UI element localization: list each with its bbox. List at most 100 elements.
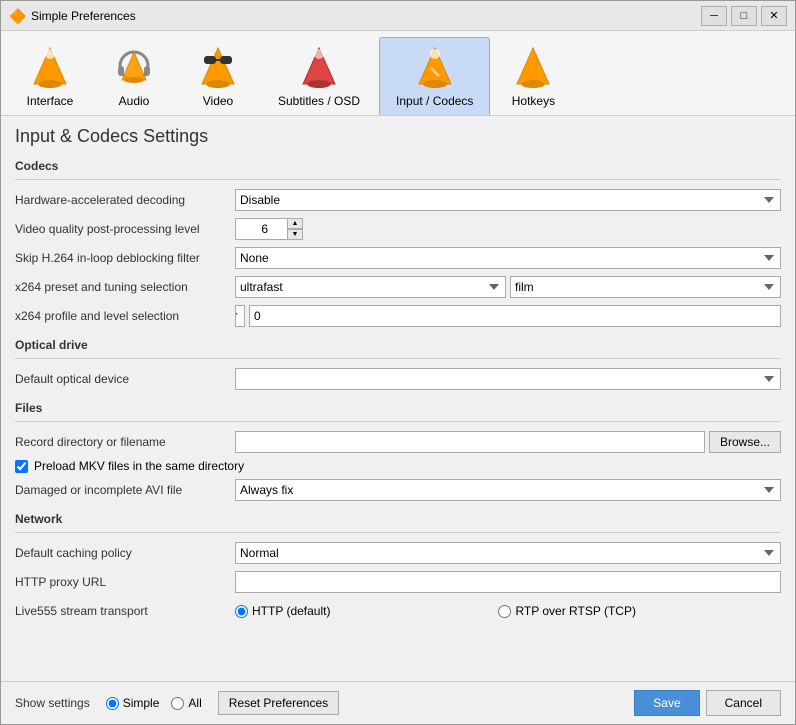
record-dir-input[interactable] xyxy=(235,431,705,453)
live555-label: Live555 stream transport xyxy=(15,604,235,618)
files-section: Files Record directory or filename Brows… xyxy=(15,401,781,502)
simple-radio-option: Simple xyxy=(106,696,160,710)
preload-mkv-label: Preload MKV files in the same directory xyxy=(34,459,244,473)
content-area: Input & Codecs Settings Codecs Hardware-… xyxy=(1,116,795,681)
live555-rtp-label: RTP over RTSP (TCP) xyxy=(515,604,635,618)
caching-policy-control: Normal Lowest latency Low latency Higher… xyxy=(235,542,781,564)
damaged-avi-control: Always fix Ask Never fix xyxy=(235,479,781,501)
close-button[interactable]: ✕ xyxy=(761,6,787,26)
skip-h264-label: Skip H.264 in-loop deblocking filter xyxy=(15,251,235,265)
save-button[interactable]: Save xyxy=(634,690,699,716)
damaged-avi-row: Damaged or incomplete AVI file Always fi… xyxy=(15,478,781,502)
reset-preferences-button[interactable]: Reset Preferences xyxy=(218,691,339,715)
skip-h264-control: None Non-ref Bidir Non-key All xyxy=(235,247,781,269)
record-dir-control: Browse... xyxy=(235,431,781,453)
video-quality-control: ▲ ▼ xyxy=(235,218,781,240)
app-icon: 🔶 xyxy=(9,8,25,24)
tab-subtitles[interactable]: Subtitles / OSD xyxy=(261,37,377,115)
live555-rtp-radio[interactable] xyxy=(498,605,511,618)
tab-interface[interactable]: Interface xyxy=(9,37,91,115)
http-proxy-input[interactable] xyxy=(235,571,781,593)
hw-decoding-control: Disable Automatic DirectX Video Accelera… xyxy=(235,189,781,211)
x264-preset-select[interactable]: ultrafast superfast veryfast faster fast… xyxy=(235,276,506,298)
tab-interface-label: Interface xyxy=(27,94,74,108)
hotkeys-tab-icon xyxy=(509,44,557,92)
tab-input-label: Input / Codecs xyxy=(396,94,473,108)
tab-audio[interactable]: Audio xyxy=(93,37,175,115)
codecs-section: Codecs Hardware-accelerated decoding Dis… xyxy=(15,159,781,328)
tab-audio-label: Audio xyxy=(119,94,150,108)
x264-profile-row: x264 profile and level selection high ba… xyxy=(15,304,781,328)
x264-preset-control: ultrafast superfast veryfast faster fast… xyxy=(235,276,781,298)
live555-http-radio[interactable] xyxy=(235,605,248,618)
hw-decoding-label: Hardware-accelerated decoding xyxy=(15,193,235,207)
interface-tab-icon xyxy=(26,44,74,92)
video-quality-spinner: ▲ ▼ xyxy=(235,218,305,240)
maximize-button[interactable]: □ xyxy=(731,6,757,26)
show-settings-radio-group: Simple All xyxy=(106,696,202,710)
x264-preset-label: x264 preset and tuning selection xyxy=(15,280,235,294)
caching-policy-label: Default caching policy xyxy=(15,546,235,560)
network-header: Network xyxy=(15,512,781,526)
preload-mkv-row: Preload MKV files in the same directory xyxy=(15,459,781,473)
show-settings-label: Show settings xyxy=(15,696,90,710)
video-tab-icon xyxy=(194,44,242,92)
x264-tuning-select[interactable]: film animation grain stillimage psnr ssi… xyxy=(510,276,781,298)
live555-control: HTTP (default) RTP over RTSP (TCP) xyxy=(235,604,781,618)
x264-preset-dual: ultrafast superfast veryfast faster fast… xyxy=(235,276,781,298)
x264-preset-row: x264 preset and tuning selection ultrafa… xyxy=(15,275,781,299)
cancel-button[interactable]: Cancel xyxy=(706,690,781,716)
caching-policy-select[interactable]: Normal Lowest latency Low latency Higher… xyxy=(235,542,781,564)
caching-policy-row: Default caching policy Normal Lowest lat… xyxy=(15,541,781,565)
tab-subtitles-label: Subtitles / OSD xyxy=(278,94,360,108)
spinner-up[interactable]: ▲ xyxy=(287,218,303,229)
simple-radio-label: Simple xyxy=(123,696,160,710)
audio-tab-icon xyxy=(110,44,158,92)
live555-http-label: HTTP (default) xyxy=(252,604,330,618)
damaged-avi-select[interactable]: Always fix Ask Never fix xyxy=(235,479,781,501)
x264-profile-dual: high baseline main high10 high422 high44… xyxy=(235,305,781,327)
live555-radio-group: HTTP (default) RTP over RTSP (TCP) xyxy=(235,604,781,618)
optical-header: Optical drive xyxy=(15,338,781,352)
http-proxy-row: HTTP proxy URL xyxy=(15,570,781,594)
browse-button[interactable]: Browse... xyxy=(709,431,781,453)
hw-decoding-select[interactable]: Disable Automatic DirectX Video Accelera… xyxy=(235,189,781,211)
optical-section: Optical drive Default optical device xyxy=(15,338,781,391)
preload-mkv-checkbox[interactable] xyxy=(15,460,28,473)
network-divider xyxy=(15,532,781,533)
video-quality-input[interactable] xyxy=(235,218,287,240)
tab-video[interactable]: Video xyxy=(177,37,259,115)
tab-input[interactable]: Input / Codecs xyxy=(379,37,490,115)
x264-level-input[interactable] xyxy=(249,305,781,327)
default-device-row: Default optical device xyxy=(15,367,781,391)
files-divider xyxy=(15,421,781,422)
title-controls: ─ □ ✕ xyxy=(701,6,787,26)
x264-profile-select[interactable]: high baseline main high10 high422 high44… xyxy=(235,305,245,327)
live555-row: Live555 stream transport HTTP (default) … xyxy=(15,599,781,623)
skip-h264-select[interactable]: None Non-ref Bidir Non-key All xyxy=(235,247,781,269)
tab-hotkeys[interactable]: Hotkeys xyxy=(492,37,574,115)
codecs-divider xyxy=(15,179,781,180)
tab-hotkeys-label: Hotkeys xyxy=(512,94,555,108)
all-radio-label: All xyxy=(188,696,201,710)
spinner-down[interactable]: ▼ xyxy=(287,229,303,240)
all-radio[interactable] xyxy=(171,697,184,710)
minimize-button[interactable]: ─ xyxy=(701,6,727,26)
footer-left: Show settings Simple All Reset Preferenc… xyxy=(15,691,339,715)
default-device-select[interactable] xyxy=(235,368,781,390)
hw-decoding-row: Hardware-accelerated decoding Disable Au… xyxy=(15,188,781,212)
footer: Show settings Simple All Reset Preferenc… xyxy=(1,681,795,724)
default-device-control xyxy=(235,368,781,390)
title-bar: 🔶 Simple Preferences ─ □ ✕ xyxy=(1,1,795,31)
simple-radio[interactable] xyxy=(106,697,119,710)
files-header: Files xyxy=(15,401,781,415)
nav-tabs: Interface Audio xyxy=(1,31,795,116)
input-tab-icon xyxy=(411,44,459,92)
x264-profile-control: high baseline main high10 high422 high44… xyxy=(235,305,781,327)
all-radio-option: All xyxy=(171,696,201,710)
default-device-label: Default optical device xyxy=(15,372,235,386)
window-title: Simple Preferences xyxy=(31,9,701,23)
record-dir-row: Record directory or filename Browse... xyxy=(15,430,781,454)
skip-h264-row: Skip H.264 in-loop deblocking filter Non… xyxy=(15,246,781,270)
video-quality-row: Video quality post-processing level ▲ ▼ xyxy=(15,217,781,241)
